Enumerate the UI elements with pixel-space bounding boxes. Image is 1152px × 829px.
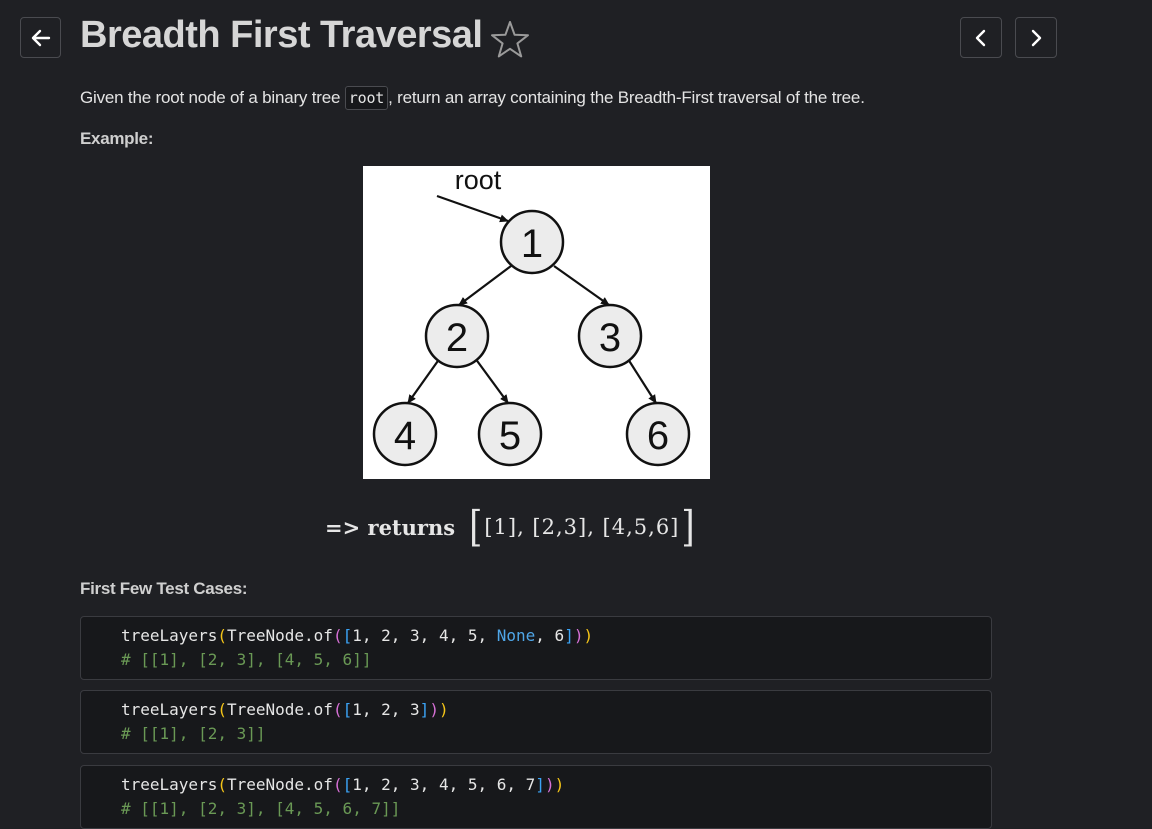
- right-bracket: ]: [681, 502, 695, 552]
- class-method: TreeNode.of: [226, 775, 333, 794]
- test-case-code-block[interactable]: treeLayers(TreeNode.of([1, 2, 3, 4, 5, N…: [80, 616, 992, 680]
- argument-value: 1: [352, 700, 362, 719]
- back-button[interactable]: [20, 17, 61, 58]
- argument-value: 7: [525, 775, 536, 794]
- chevron-right-icon: [1031, 29, 1042, 46]
- problem-description: Given the root node of a binary tree roo…: [80, 86, 865, 110]
- argument-value: 6: [554, 626, 565, 645]
- argument-value: 3: [410, 775, 420, 794]
- svg-text:3: 3: [599, 316, 621, 360]
- test-cases-label: First Few Test Cases:: [80, 579, 248, 598]
- argument-value: None: [496, 626, 536, 645]
- argument-value: 4: [438, 626, 449, 645]
- test-case-code-block[interactable]: treeLayers(TreeNode.of([1, 2, 3, 4, 5, 6…: [80, 765, 992, 829]
- inline-code-root: root: [344, 86, 389, 110]
- argument-value: 2: [381, 700, 391, 719]
- next-button[interactable]: [1015, 17, 1057, 58]
- expected-output-comment: # [[1], [2, 3], [4, 5, 6]]: [121, 650, 372, 669]
- returns-result: [1], [2,3], [4,5,6]: [484, 515, 680, 539]
- binary-tree-diagram: root 1 2 3 4 5 6: [363, 166, 710, 479]
- arrow-left-icon: [31, 29, 50, 46]
- tree-node-1: 1: [499, 209, 565, 275]
- returns-prefix: => returns: [325, 514, 456, 540]
- returns-formula: => returns [ [1], [2,3], [4,5,6] ]: [325, 502, 695, 552]
- page-title: Breadth First Traversal: [80, 14, 483, 56]
- previous-button[interactable]: [960, 17, 1002, 58]
- expected-output-comment: # [[1], [2, 3], [4, 5, 6, 7]]: [121, 799, 401, 818]
- tree-node-3: 3: [577, 303, 643, 369]
- description-text-before: Given the root node of a binary tree: [80, 88, 345, 107]
- test-case-call: treeLayers(TreeNode.of([1, 2, 3, 4, 5, 6…: [121, 775, 565, 794]
- class-method: TreeNode.of: [226, 700, 333, 719]
- svg-text:1: 1: [521, 222, 543, 266]
- star-outline-icon[interactable]: [489, 19, 531, 61]
- chevron-left-icon: [975, 29, 986, 46]
- argument-value: 1: [352, 626, 362, 645]
- svg-text:6: 6: [647, 414, 669, 458]
- test-case-call: treeLayers(TreeNode.of([1, 2, 3, 4, 5, N…: [121, 626, 594, 645]
- svg-text:4: 4: [394, 414, 416, 458]
- test-case-code-block[interactable]: treeLayers(TreeNode.of([1, 2, 3])) # [[1]…: [80, 690, 992, 754]
- tree-node-6: 6: [625, 401, 691, 467]
- function-name: treeLayers: [121, 700, 218, 719]
- tree-node-4: 4: [372, 401, 438, 467]
- tree-node-5: 5: [477, 401, 543, 467]
- example-label: Example:: [80, 129, 154, 148]
- svg-text:2: 2: [446, 316, 468, 360]
- argument-value: 2: [381, 626, 391, 645]
- function-name: treeLayers: [121, 775, 218, 794]
- argument-value: 2: [381, 775, 391, 794]
- description-text-after: , return an array containing the Breadth…: [388, 88, 865, 107]
- argument-value: 3: [410, 626, 420, 645]
- function-name: treeLayers: [121, 626, 218, 645]
- svg-text:5: 5: [499, 414, 521, 458]
- argument-value: 6: [496, 775, 507, 794]
- argument-value: 3: [410, 700, 420, 719]
- root-pointer-label: root: [455, 166, 502, 195]
- left-bracket: [: [469, 502, 483, 552]
- argument-value: 4: [438, 775, 449, 794]
- test-case-call: treeLayers(TreeNode.of([1, 2, 3])): [121, 700, 449, 719]
- tree-node-2: 2: [424, 303, 490, 369]
- expected-output-comment: # [[1], [2, 3]]: [121, 724, 266, 743]
- class-method: TreeNode.of: [226, 626, 333, 645]
- argument-value: 1: [352, 775, 362, 794]
